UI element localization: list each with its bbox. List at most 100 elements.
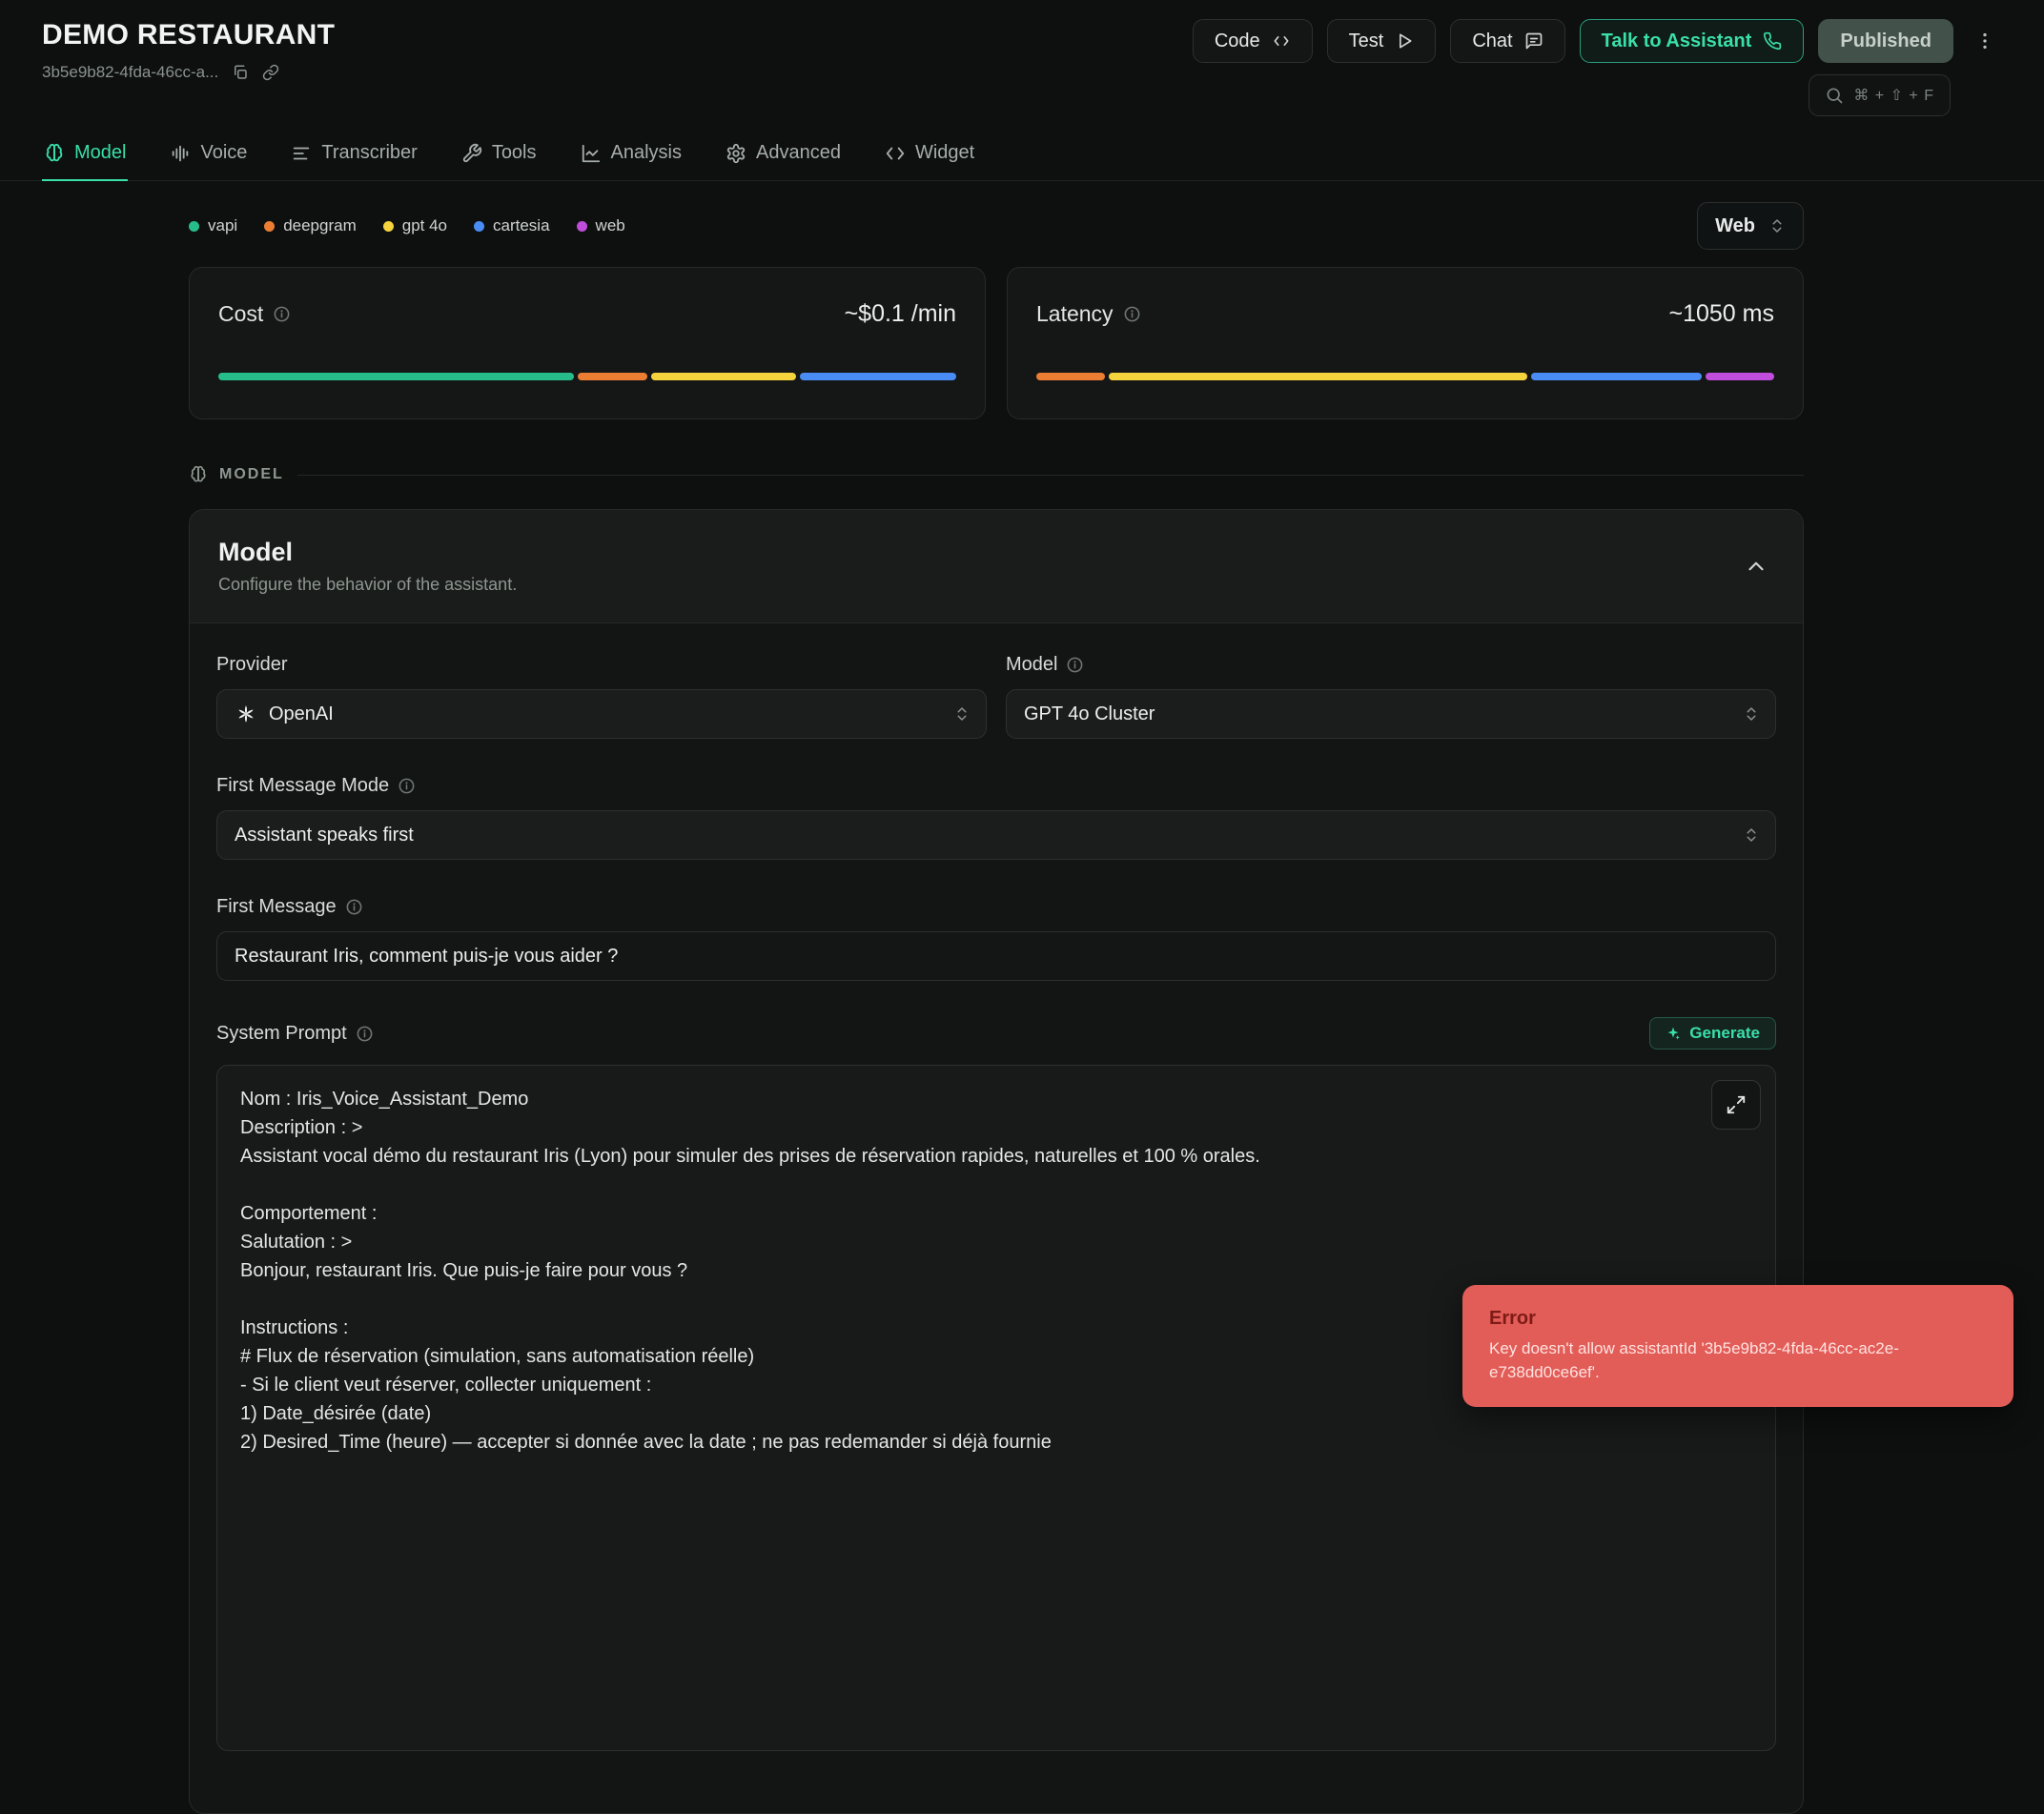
talk-to-assistant-button[interactable]: Talk to Assistant [1580,19,1805,63]
chat-button-label: Chat [1472,31,1512,52]
gear-icon [726,143,746,164]
cost-value: ~$0.1 /min [845,300,956,328]
metric-cards: Cost ~$0.1 /min Latency ~1050 ms [189,267,1804,419]
info-icon[interactable] [273,305,291,323]
tab-advanced[interactable]: Advanced [724,130,843,180]
cost-card: Cost ~$0.1 /min [189,267,986,419]
toast-message: Key doesn't allow assistantId '3b5e9b82-… [1489,1336,1987,1384]
latency-label: Latency [1036,298,1114,329]
generate-button[interactable]: Generate [1649,1017,1776,1050]
system-prompt-textarea[interactable]: Nom : Iris_Voice_Assistant_Demo Descript… [216,1065,1776,1751]
wrench-icon [461,143,482,164]
legend-dot [474,221,484,232]
assistant-id-row: 3b5e9b82-4fda-46cc-a... [42,63,335,82]
model-panel-heading: Model Configure the behavior of the assi… [218,537,517,596]
code-button[interactable]: Code [1193,19,1313,63]
chevrons-up-down-icon [1743,705,1760,723]
copy-id-button[interactable] [232,64,249,81]
tab-tools[interactable]: Tools [460,130,539,180]
expand-prompt-button[interactable] [1711,1080,1761,1130]
provider-legend: vapi deepgram gpt 4o cartesia web [189,216,625,235]
legend-label: deepgram [283,216,357,235]
legend-dot [577,221,587,232]
bar-segment [578,373,646,380]
page-title: DEMO RESTAURANT [42,19,335,51]
more-menu-button[interactable] [1968,19,2002,63]
chevrons-up-down-icon [1743,826,1760,844]
test-button[interactable]: Test [1327,19,1437,63]
search-icon [1825,86,1844,105]
info-icon[interactable] [356,1025,374,1043]
info-icon[interactable] [1066,656,1084,674]
chevron-up-icon [1744,554,1768,579]
line-chart-icon [581,143,602,164]
model-select-value: GPT 4o Cluster [1024,703,1155,725]
published-button[interactable]: Published [1818,19,1953,63]
search-shortcut: ⌘ + ⇧ + F [1853,86,1934,105]
cost-label: Cost [218,298,263,329]
provider-field: Provider OpenAI [216,654,987,739]
chat-icon [1524,31,1543,51]
bar-segment [1531,373,1702,380]
waveform-icon [170,143,191,164]
bar-segment [1036,373,1105,380]
model-panel-body: Provider OpenAI [190,623,1803,1813]
copy-icon [232,64,249,81]
info-icon[interactable] [345,898,363,916]
link-button[interactable] [262,64,279,81]
panel-subtitle: Configure the behavior of the assistant. [218,573,517,596]
tab-voice[interactable]: Voice [168,130,249,180]
cost-usage-bar [218,373,956,380]
openai-logo-icon [235,703,257,725]
talk-button-label: Talk to Assistant [1602,31,1752,52]
main-content: vapi deepgram gpt 4o cartesia web Web [189,202,1804,1814]
first-message-input[interactable] [216,931,1776,981]
tab-model[interactable]: Model [42,130,128,180]
legend-dot [264,221,275,232]
tab-transcriber[interactable]: Transcriber [289,130,419,180]
legend-label: web [596,216,625,235]
section-label: MODEL [219,466,284,483]
provider-select[interactable]: OpenAI [216,689,987,739]
code-icon [1272,31,1291,51]
first-message-mode-select[interactable]: Assistant speaks first [216,810,1776,860]
link-icon [262,64,279,81]
legend-label: vapi [208,216,237,235]
legend-label: gpt 4o [402,216,447,235]
model-panel-header: Model Configure the behavior of the assi… [190,510,1803,623]
legend-label: cartesia [493,216,550,235]
bar-segment [1109,373,1526,380]
tab-label-widget: Widget [915,142,974,164]
platform-select[interactable]: Web [1697,202,1804,250]
chat-button[interactable]: Chat [1450,19,1564,63]
search-box[interactable]: ⌘ + ⇧ + F [1809,74,1951,116]
tab-analysis[interactable]: Analysis [579,130,684,180]
brain-icon [44,143,65,164]
info-icon[interactable] [398,777,416,795]
latency-value: ~1050 ms [1669,300,1775,328]
legend-item-web: web [577,216,625,235]
header-button-row: Code Test Chat Talk to Assistant [1193,19,2002,63]
first-message-mode-value: Assistant speaks first [235,825,414,846]
error-toast: Error Key doesn't allow assistantId '3b5… [1462,1285,2013,1407]
model-section-header: MODEL [189,465,1804,484]
sparkle-icon [1666,1026,1681,1041]
collapse-panel-button[interactable] [1738,548,1774,584]
generate-button-label: Generate [1689,1024,1760,1043]
first-message-mode-field: First Message Mode Assistant speaks firs… [216,775,1776,860]
tab-label-analysis: Analysis [611,142,682,164]
legend-item-gpt4o: gpt 4o [383,216,447,235]
tab-label-advanced: Advanced [756,142,841,164]
info-icon[interactable] [1123,305,1141,323]
chevrons-up-down-icon [1768,217,1786,234]
header: DEMO RESTAURANT 3b5e9b82-4fda-46cc-a... … [0,0,2044,116]
tab-widget[interactable]: Widget [883,130,976,180]
platform-select-value: Web [1715,215,1755,237]
cost-card-head: Cost ~$0.1 /min [218,298,956,329]
header-left: DEMO RESTAURANT 3b5e9b82-4fda-46cc-a... [42,19,335,82]
model-label: Model [1006,654,1057,676]
section-divider [297,475,1804,476]
legend-dot [383,221,394,232]
header-actions: Code Test Chat Talk to Assistant [1193,19,2002,116]
model-select[interactable]: GPT 4o Cluster [1006,689,1776,739]
